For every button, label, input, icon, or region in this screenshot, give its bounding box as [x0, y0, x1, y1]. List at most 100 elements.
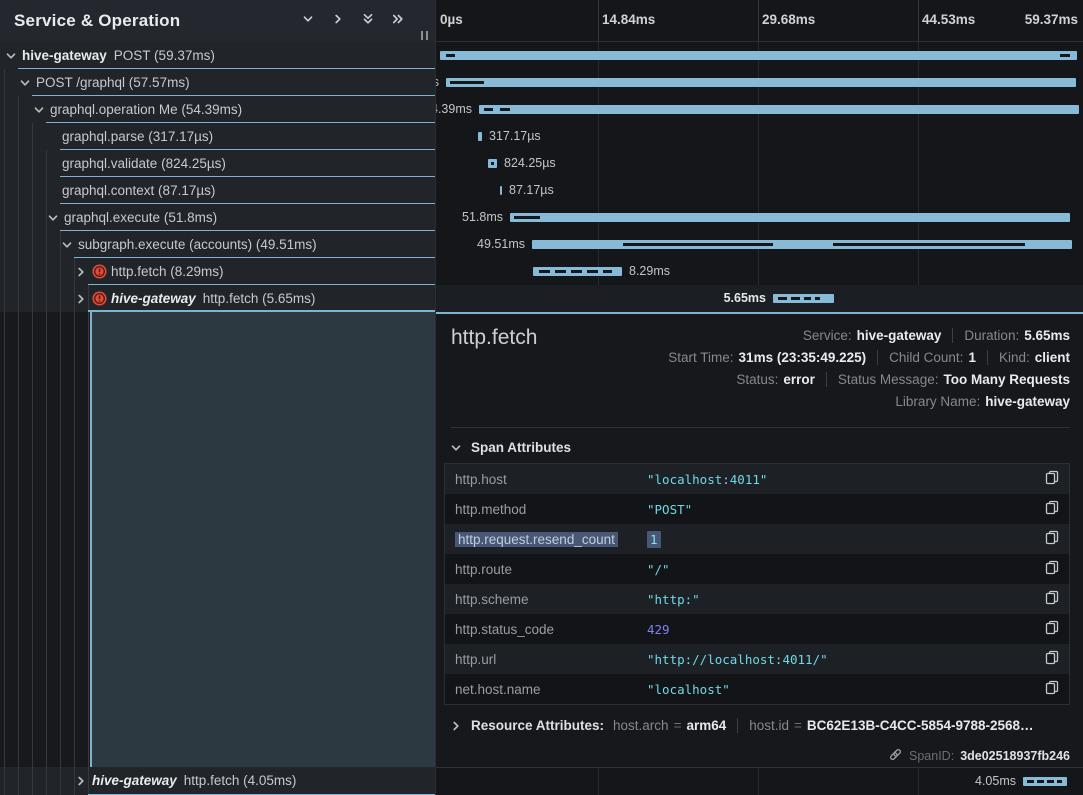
tree-row[interactable]: POST /graphql (57.57ms) [0, 69, 435, 96]
tree-row[interactable]: hive-gateway http.fetch (4.05ms) [0, 767, 435, 795]
collapse-all-button[interactable] [357, 11, 379, 31]
tree-row[interactable]: hive-gatewayPOST (59.37ms) [0, 42, 435, 69]
expander-chevron-down-icon[interactable] [5, 50, 17, 62]
meta-divider [952, 328, 953, 343]
span-attributes-header[interactable]: Span Attributes [450, 440, 571, 455]
span-name: http.fetch (8.29ms) [111, 258, 224, 285]
attribute-row[interactable]: http.scheme"http:" [445, 584, 1069, 614]
copy-button[interactable] [1037, 620, 1059, 638]
span-bar[interactable] [488, 159, 497, 168]
span-bar[interactable] [1023, 777, 1067, 786]
copy-button[interactable] [1037, 470, 1059, 488]
copy-button[interactable] [1037, 500, 1059, 518]
copy-icon [1045, 500, 1059, 518]
attribute-key: http.route [455, 562, 647, 577]
expander-chevron-right-icon[interactable] [75, 775, 87, 787]
span-service-name: hive-gateway [92, 773, 177, 788]
span-bar[interactable] [440, 51, 1077, 60]
expander-chevron-down-icon[interactable] [33, 104, 45, 116]
expand-one-button[interactable] [327, 11, 349, 31]
timeline-gridline [598, 0, 599, 42]
timeline-panel: 59.37ms57.57ms54.39ms317.17µs824.25µs87.… [435, 0, 1083, 795]
span-id-label: SpanID: [909, 749, 954, 763]
expander-chevron-right-icon[interactable] [75, 266, 87, 278]
span-bar-child-marker [446, 54, 455, 57]
span-meta: Service:hive-gatewayDuration:5.65msStart… [668, 328, 1070, 409]
copy-button[interactable] [1037, 590, 1059, 608]
span-operation-label: http.fetch (8.29ms) [111, 264, 224, 279]
attribute-key: net.host.name [455, 682, 647, 697]
timeline-row: 824.25µs [436, 150, 1083, 177]
span-bar[interactable] [479, 105, 1079, 114]
span-bar[interactable] [478, 132, 482, 141]
span-bar[interactable] [532, 240, 1072, 249]
attribute-row[interactable]: http.host"localhost:4011" [445, 464, 1069, 494]
expand-all-button[interactable] [387, 11, 409, 31]
attribute-row[interactable]: net.host.name"localhost" [445, 674, 1069, 704]
meta-value: 1 [968, 350, 976, 365]
link-icon[interactable] [888, 747, 903, 765]
expander-chevron-right-icon[interactable] [75, 293, 87, 305]
attribute-value: "http:" [647, 592, 1037, 607]
chevron-right-icon [332, 12, 344, 30]
error-icon [92, 264, 107, 279]
collapse-one-button[interactable] [297, 11, 319, 31]
row-underline [60, 230, 435, 231]
tree-row[interactable]: graphql.context (87.17µs) [0, 177, 435, 204]
resource-value: arm64 [686, 718, 726, 733]
span-bar[interactable] [773, 294, 834, 303]
span-bar[interactable] [446, 78, 1076, 87]
panel-resize-handle[interactable] [421, 31, 428, 40]
row-underline [74, 257, 435, 258]
span-bar[interactable] [533, 267, 622, 276]
span-name: hive-gatewayhttp.fetch (5.65ms) [111, 285, 315, 312]
attribute-row[interactable]: http.request.resend_count1 [445, 524, 1069, 554]
span-operation-label: http.fetch (4.05ms) [184, 773, 297, 788]
copy-button[interactable] [1037, 650, 1059, 668]
span-duration-label: 4.05ms [975, 768, 1016, 795]
tree-panel-title: Service & Operation [14, 11, 180, 31]
span-bar-child-marker [833, 243, 1025, 246]
attribute-row[interactable]: http.method"POST" [445, 494, 1069, 524]
span-operation-label: graphql.execute (51.8ms) [64, 210, 217, 225]
span-detail-panel: http.fetch Service:hive-gatewayDuration:… [436, 312, 1083, 767]
attribute-value: "POST" [647, 502, 1037, 517]
span-bar[interactable] [510, 213, 1070, 222]
span-bar[interactable] [500, 186, 502, 195]
tree-row[interactable]: graphql.operation Me (54.39ms) [0, 96, 435, 123]
tree-row[interactable]: graphql.execute (51.8ms) [0, 204, 435, 231]
meta-label: Kind: [999, 350, 1030, 365]
attribute-row[interactable]: http.status_code429 [445, 614, 1069, 644]
tree-row[interactable]: hive-gatewayhttp.fetch (5.65ms) [0, 285, 435, 312]
tree-row[interactable]: graphql.validate (824.25µs) [0, 150, 435, 177]
tree-row[interactable]: subgraph.execute (accounts) (49.51ms) [0, 231, 435, 258]
attribute-row[interactable]: http.route"/" [445, 554, 1069, 584]
copy-button[interactable] [1037, 530, 1059, 548]
meta-divider [826, 372, 827, 387]
span-id-value: 3de02518937fb246 [960, 749, 1070, 763]
copy-button[interactable] [1037, 560, 1059, 578]
attribute-row[interactable]: http.url"http://localhost:4011/" [445, 644, 1069, 674]
attribute-key: http.status_code [455, 622, 647, 637]
span-name: graphql.context (87.17µs) [62, 177, 215, 204]
span-attributes-title: Span Attributes [471, 440, 571, 455]
span-duration-label: 317.17µs [489, 123, 541, 150]
tree-row[interactable]: http.fetch (8.29ms) [0, 258, 435, 285]
expander-chevron-down-icon[interactable] [19, 77, 31, 89]
timeline-bottom-row: 4.05ms [436, 767, 1083, 795]
copy-button[interactable] [1037, 680, 1059, 698]
row-underline [88, 310, 435, 312]
tree-row[interactable]: graphql.parse (317.17µs) [0, 123, 435, 150]
span-bar-child-marker [484, 108, 493, 111]
expander-chevron-down-icon[interactable] [61, 239, 73, 251]
span-duration-label: 824.25µs [504, 150, 556, 177]
timeline-row: 51.8ms [436, 204, 1083, 231]
span-name: POST /graphql (57.57ms) [36, 69, 190, 96]
row-underline [60, 203, 435, 204]
timeline-header: 0µs14.84ms29.68ms44.53ms59.37ms [436, 0, 1083, 42]
double-chevron-right-icon [391, 12, 405, 31]
copy-icon [1045, 680, 1059, 698]
span-bar-child-marker [778, 297, 787, 300]
expander-chevron-down-icon[interactable] [47, 212, 59, 224]
resource-attributes-row[interactable]: Resource Attributes:host.arch=arm64host.… [450, 718, 1034, 733]
